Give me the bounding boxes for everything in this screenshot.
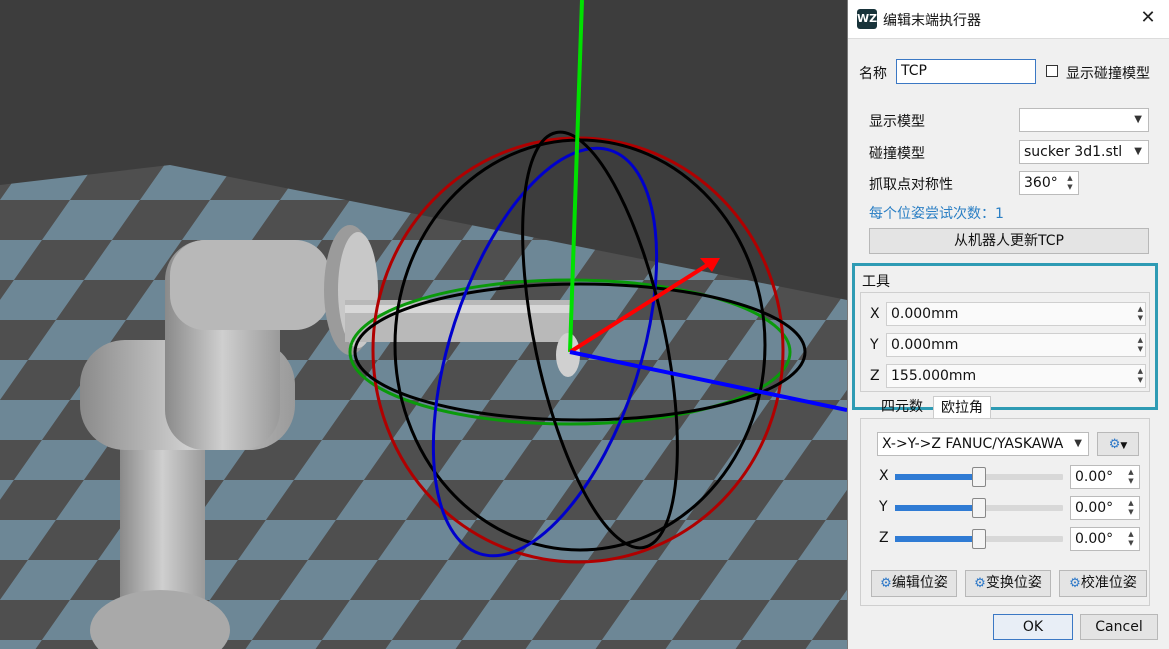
display-model-label: 显示模型 [869, 114, 925, 130]
symmetry-spinbox[interactable]: 360° ▲ ▼ [1019, 171, 1079, 195]
tool-z-label: Z [870, 368, 880, 384]
rot-y-label: Y [879, 499, 888, 515]
gear-icon: ⚙ [1108, 437, 1121, 452]
rot-y-slider-fill [895, 505, 979, 511]
tab-quaternion[interactable]: 四元数 [874, 396, 930, 418]
update-tcp-button[interactable]: 从机器人更新TCP [869, 228, 1149, 254]
collision-model-combo[interactable]: sucker 3d1.stl ▼ [1019, 140, 1149, 164]
show-collision-checkbox[interactable] [1046, 65, 1058, 77]
edit-pose-button[interactable]: ⚙编辑位姿 [871, 570, 957, 597]
dialog-titlebar: WZ 编辑末端执行器 ✕ [848, 0, 1169, 39]
tool-x-label: X [870, 306, 880, 322]
calibrate-pose-button[interactable]: ⚙校准位姿 [1059, 570, 1147, 597]
ok-button[interactable]: OK [993, 614, 1073, 640]
tool-y-value: 0.000mm [891, 337, 959, 353]
collision-model-value: sucker 3d1.stl [1024, 144, 1123, 160]
name-input[interactable]: TCP [896, 59, 1036, 84]
name-label: 名称 [859, 66, 887, 82]
tool-x-input[interactable]: 0.000mm ▲ ▼ [886, 302, 1146, 326]
attempts-text: 每个位姿尝试次数：1 [869, 206, 1004, 222]
spin-arrows-icon[interactable]: ▲ ▼ [1138, 305, 1143, 323]
3d-viewport[interactable] [0, 0, 847, 649]
app-logo-icon: WZ [857, 9, 877, 29]
display-model-combo[interactable]: ▼ [1019, 108, 1149, 132]
rot-x-value: 0.00° [1075, 469, 1114, 485]
tool-z-value: 155.000mm [891, 368, 977, 384]
rot-x-label: X [879, 468, 889, 484]
transform-pose-label: 变换位姿 [985, 575, 1042, 591]
tool-y-label: Y [870, 337, 879, 353]
tool-group-label: 工具 [862, 274, 890, 290]
euler-convention-value: X->Y->Z FANUC/YASKAWA [882, 436, 1064, 452]
rot-z-slider[interactable] [895, 529, 1063, 549]
calibrate-pose-label: 校准位姿 [1080, 575, 1137, 591]
scene-canvas[interactable] [0, 0, 847, 649]
symmetry-label: 抓取点对称性 [869, 177, 953, 193]
rot-x-slider-fill [895, 474, 979, 480]
collision-model-label: 碰撞模型 [869, 146, 925, 162]
edit-pose-label: 编辑位姿 [891, 575, 948, 591]
rot-x-slider[interactable] [895, 467, 1063, 487]
transform-pose-button[interactable]: ⚙变换位姿 [965, 570, 1051, 597]
spin-arrows-icon[interactable]: ▲ ▼ [1138, 367, 1143, 385]
dialog-title: 编辑末端执行器 [883, 13, 981, 29]
rot-z-value: 0.00° [1075, 531, 1114, 547]
chevron-down-icon: ▼ [1134, 114, 1142, 125]
rot-z-label: Z [879, 530, 889, 546]
spin-arrows-icon[interactable]: ▲ ▼ [1064, 174, 1076, 192]
rot-z-slider-handle[interactable] [972, 529, 986, 549]
tab-euler[interactable]: 欧拉角 [933, 396, 991, 418]
rot-y-spinbox[interactable]: 0.00° ▲ ▼ [1070, 496, 1140, 520]
tool-z-input[interactable]: 155.000mm ▲ ▼ [886, 364, 1146, 388]
euler-convention-combo[interactable]: X->Y->Z FANUC/YASKAWA ▼ [877, 432, 1089, 456]
spin-arrows-icon[interactable]: ▲ ▼ [1125, 468, 1137, 486]
edit-end-effector-dialog: WZ 编辑末端执行器 ✕ 名称 TCP 显示碰撞模型 显示模型 ▼ 碰撞模型 s… [847, 0, 1169, 649]
rot-y-value: 0.00° [1075, 500, 1114, 516]
spin-arrows-icon[interactable]: ▲ ▼ [1125, 530, 1137, 548]
rot-z-spinbox[interactable]: 0.00° ▲ ▼ [1070, 527, 1140, 551]
symmetry-value: 360° [1024, 175, 1058, 191]
chevron-down-icon: ▼ [1074, 438, 1082, 449]
rot-y-slider[interactable] [895, 498, 1063, 518]
spin-arrows-icon[interactable]: ▲ ▼ [1138, 336, 1143, 354]
rot-x-slider-handle[interactable] [972, 467, 986, 487]
chevron-down-icon: ▼ [1120, 441, 1128, 451]
spin-arrows-icon[interactable]: ▲ ▼ [1125, 499, 1137, 517]
cancel-button[interactable]: Cancel [1080, 614, 1158, 640]
chevron-down-icon: ▼ [1134, 146, 1142, 157]
gear-icon: ⚙ [880, 576, 892, 591]
close-icon[interactable]: ✕ [1134, 4, 1162, 32]
tool-x-value: 0.000mm [891, 306, 959, 322]
rot-x-spinbox[interactable]: 0.00° ▲ ▼ [1070, 465, 1140, 489]
show-collision-label: 显示碰撞模型 [1066, 66, 1150, 82]
rot-y-slider-handle[interactable] [972, 498, 986, 518]
tool-y-input[interactable]: 0.000mm ▲ ▼ [886, 333, 1146, 357]
gear-icon: ⚙ [974, 576, 986, 591]
euler-settings-button[interactable]: ⚙▼ [1097, 432, 1139, 456]
gear-icon: ⚙ [1069, 576, 1081, 591]
rot-z-slider-fill [895, 536, 979, 542]
